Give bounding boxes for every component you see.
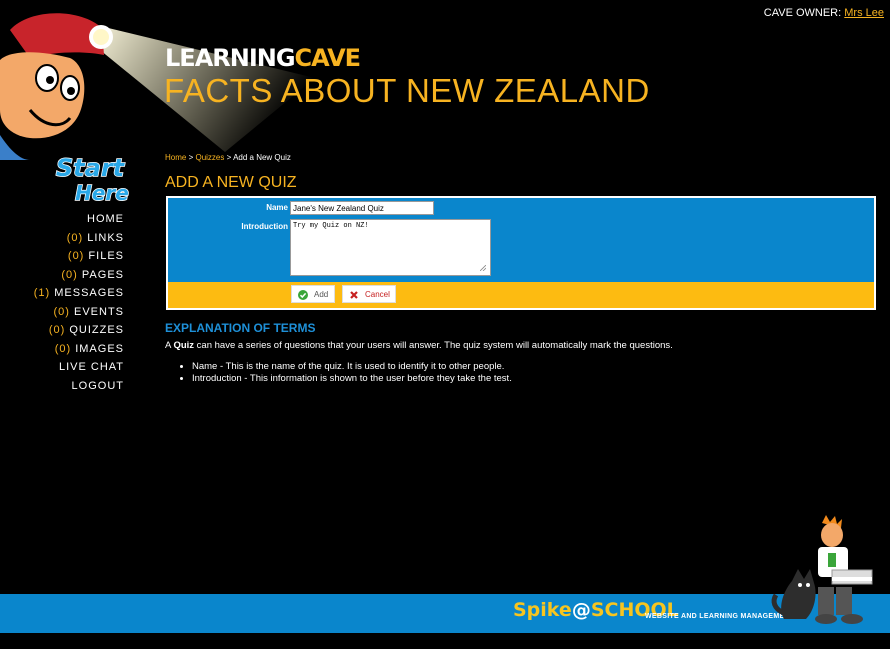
breadcrumb-current: Add a New Quiz: [233, 153, 291, 162]
nav-label: MESSAGES: [54, 287, 124, 299]
nav-label: LIVE CHAT: [58, 361, 124, 373]
brand-word-learning: LEARNING: [165, 44, 296, 72]
nav-label: QUIZZES: [69, 324, 124, 336]
nav-label: LOGOUT: [71, 379, 124, 392]
nav-count: (0): [67, 250, 85, 262]
explanation-text-post: can have a series of questions that your…: [194, 340, 673, 351]
nav-item-links[interactable]: (0) LINKS: [20, 229, 124, 248]
sidebar-nav: HOME (0) LINKS (0) FILES (0) PAGES (1) M…: [20, 210, 124, 395]
cave-owner: CAVE OWNER: Mrs Lee: [764, 7, 884, 19]
nav-item-live-chat[interactable]: LIVE CHAT: [20, 358, 124, 377]
explanation-text: A Quiz can have a series of questions th…: [165, 340, 673, 351]
breadcrumb: Home > Quizzes > Add a New Quiz: [165, 153, 291, 162]
nav-item-logout[interactable]: LOGOUT: [20, 377, 124, 396]
logo-at: @: [571, 599, 591, 621]
explanation-item: Name - This is the name of the quiz. It …: [192, 361, 512, 373]
start-here-line1: Start: [56, 154, 126, 182]
form-action-bar: Add Cancel: [168, 282, 874, 308]
nav-label: FILES: [88, 250, 124, 262]
breadcrumb-separator: >: [226, 153, 232, 162]
add-quiz-form: Name Introduction Try my Quiz on NZ! Add…: [166, 196, 876, 310]
introduction-textarea[interactable]: Try my Quiz on NZ!: [290, 219, 491, 276]
introduction-label: Introduction: [241, 222, 288, 231]
learning-cave-logo[interactable]: LEARNINGCAVE: [165, 44, 362, 72]
breadcrumb-separator: >: [188, 153, 194, 162]
nav-label: PAGES: [81, 268, 124, 281]
nav-count: (0): [53, 305, 70, 318]
nav-label: LINKS: [87, 231, 124, 244]
check-circle-icon: [298, 290, 308, 300]
nav-item-home[interactable]: HOME: [20, 210, 124, 229]
cancel-button-label: Cancel: [365, 290, 390, 299]
explanation-item: Introduction - This information is shown…: [192, 373, 512, 385]
nav-count: (0): [54, 342, 72, 355]
boy-and-dog-illustration: [771, 515, 873, 624]
explanation-text-bold: Quiz: [173, 340, 195, 351]
start-here-logo[interactable]: Start Here: [50, 152, 132, 204]
add-button[interactable]: Add: [291, 285, 335, 303]
explanation-heading: EXPLANATION OF TERMS: [165, 321, 316, 335]
nav-item-images[interactable]: (0) IMAGES: [20, 340, 124, 359]
nav-item-pages[interactable]: (0) PAGES: [20, 266, 124, 285]
cave-owner-link[interactable]: Mrs Lee: [844, 7, 884, 19]
nav-label: EVENTS: [73, 305, 124, 318]
name-label: Name: [266, 203, 288, 212]
cave-owner-label: CAVE OWNER:: [763, 7, 842, 19]
nav-item-files[interactable]: (0) FILES: [20, 247, 124, 266]
nav-item-messages[interactable]: (1) MESSAGES: [20, 284, 124, 303]
page-title: ADD A NEW QUIZ: [165, 174, 297, 191]
explanation-list: Name - This is the name of the quiz. It …: [174, 361, 512, 385]
start-here-line2: Here: [75, 181, 129, 204]
site-title: FACTS ABOUT NEW ZEALAND: [164, 72, 650, 109]
breadcrumb-home[interactable]: Home: [165, 153, 186, 162]
resize-grip-icon[interactable]: [480, 265, 486, 271]
nav-count: (0): [66, 231, 84, 244]
cancel-button[interactable]: Cancel: [342, 285, 396, 303]
add-button-label: Add: [314, 290, 329, 299]
logo-spike: Spike: [513, 599, 572, 621]
nav-count: (0): [48, 324, 66, 336]
brand-word-cave: CAVE: [294, 44, 362, 72]
nav-label: HOME: [87, 213, 124, 225]
nav-item-events[interactable]: (0) EVENTS: [20, 303, 124, 322]
nav-label: IMAGES: [75, 342, 124, 355]
nav-item-quizzes[interactable]: (0) QUIZZES: [20, 321, 124, 340]
name-input[interactable]: [290, 201, 434, 215]
x-icon: [350, 291, 358, 299]
breadcrumb-quizzes[interactable]: Quizzes: [195, 153, 224, 162]
nav-count: (0): [61, 268, 78, 281]
nav-count: (1): [33, 287, 51, 299]
